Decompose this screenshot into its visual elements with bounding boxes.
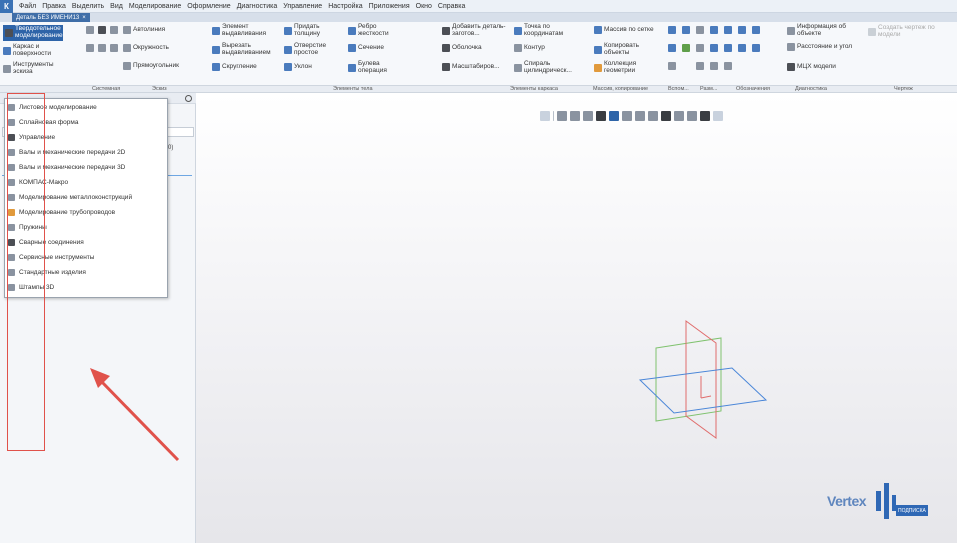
pointer-arrow	[90, 368, 180, 462]
logo-text: Vertex	[827, 493, 867, 509]
logo-mark-icon: ПОДПИСКА	[870, 483, 928, 519]
logo-badge: ПОДПИСКА	[896, 505, 928, 516]
vertex-logo: Vertex ПОДПИСКА	[827, 483, 928, 519]
